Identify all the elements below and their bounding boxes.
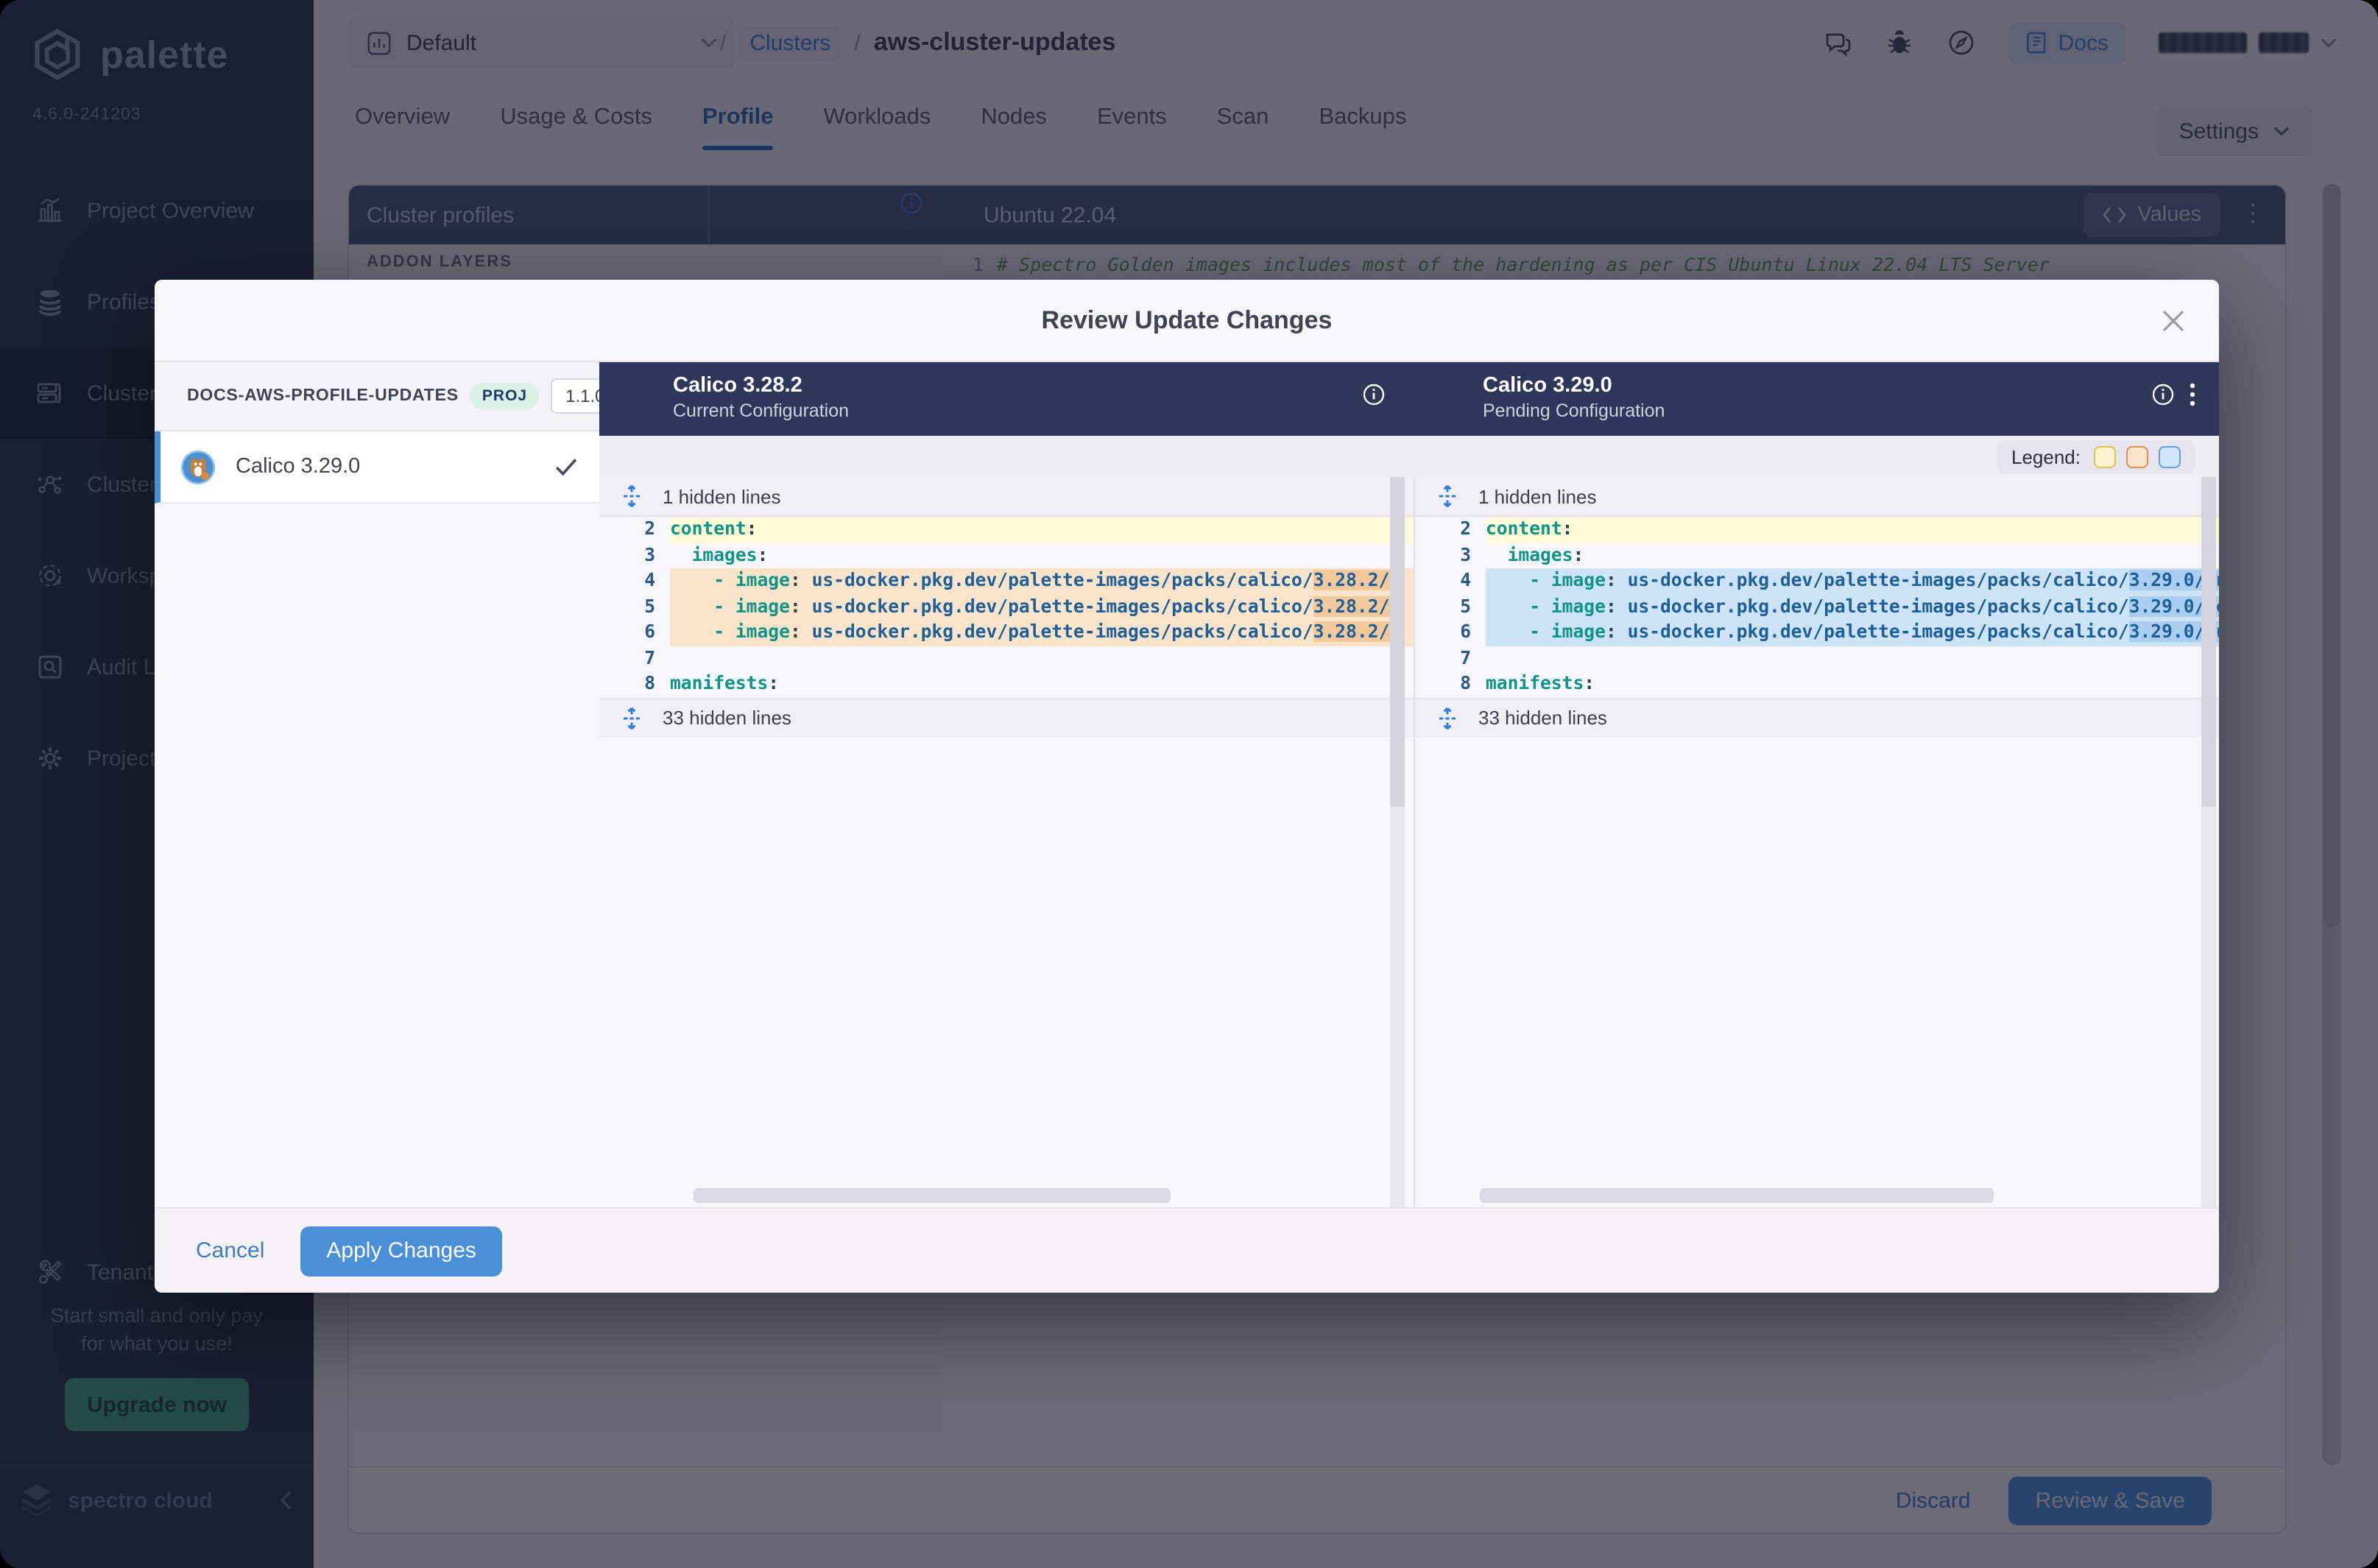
legend-swatch-modified (2094, 446, 2116, 468)
line-number: 8 (1415, 671, 1486, 697)
pane-subtitle: Pending Configuration (1483, 400, 2219, 421)
hidden-lines-bottom: 33 hidden lines (599, 697, 1414, 737)
hidden-lines-top: 1 hidden lines (599, 477, 1414, 517)
line-number: 2 (1415, 517, 1486, 543)
line-number: 8 (599, 671, 670, 697)
line-number: 4 (599, 568, 670, 594)
line-number: 2 (599, 517, 670, 543)
app-window: palette 4.6.0-241203 Project Overview Pr… (0, 0, 2378, 1568)
profile-name: DOCS-AWS-PROFILE-UPDATES (187, 387, 459, 405)
legend-swatch-added (2159, 446, 2181, 468)
review-update-changes-modal: Review Update Changes DOCS-AWS-PROFILE-U… (155, 280, 2219, 1293)
modal-profile-panel: DOCS-AWS-PROFILE-UPDATES PROJ 1.1.0 Cali… (155, 361, 601, 1209)
code-line-7: 7 (1415, 646, 2219, 671)
code-line-5: 5 - image: us-docker.pkg.dev/palette-ima… (599, 594, 1414, 620)
line-number: 4 (1415, 568, 1486, 594)
diff-pane-pending: 1 hidden lines 2 content: 3 images: 4 - … (1415, 477, 2219, 1209)
code-line-7: 7 (599, 646, 1414, 671)
pack-item-calico[interactable]: Calico 3.29.0 (155, 431, 599, 504)
hidden-lines-top: 1 hidden lines (1415, 477, 2219, 517)
line-number: 7 (599, 646, 670, 671)
cancel-button[interactable]: Cancel (196, 1238, 264, 1263)
close-icon[interactable] (2160, 308, 2187, 334)
code-line-2: 2 content: (599, 517, 1414, 543)
code-line-6: 6 - image: us-docker.pkg.dev/palette-ima… (599, 620, 1414, 646)
diff-viewer: Calico 3.28.2 Current Configuration Cali… (599, 361, 2219, 1209)
legend-swatch-removed (2126, 446, 2148, 468)
diff-pane-headers: Calico 3.28.2 Current Configuration Cali… (599, 362, 2219, 436)
line-number: 7 (1415, 646, 1486, 671)
code-line-8: 8 manifests: (1415, 671, 2219, 697)
code-line-4: 4 - image: us-docker.pkg.dev/palette-ima… (599, 568, 1414, 594)
code-line-3: 3 images: (599, 543, 1414, 568)
pane-subtitle: Current Configuration (673, 400, 1409, 421)
line-number: 5 (599, 594, 670, 620)
pack-label: Calico 3.29.0 (236, 455, 536, 478)
code-line-8: 8 manifests: (599, 671, 1414, 697)
unfold-icon[interactable] (1436, 484, 1459, 508)
kebab-menu-icon[interactable] (2190, 383, 2195, 406)
code-line-3: 3 images: (1415, 543, 2219, 568)
code-line-6: 6 - image: us-docker.pkg.dev/palette-ima… (1415, 620, 2219, 646)
diff-header-current: Calico 3.28.2 Current Configuration (599, 362, 1409, 436)
apply-changes-button[interactable]: Apply Changes (300, 1226, 502, 1276)
diff-header-pending: Calico 3.29.0 Pending Configuration (1409, 362, 2219, 436)
modal-title: Review Update Changes (155, 280, 2219, 361)
line-number: 3 (599, 543, 670, 568)
horizontal-scrollbar[interactable] (694, 1188, 1171, 1203)
scope-badge: PROJ (470, 383, 539, 409)
line-number: 6 (599, 620, 670, 646)
code-line-4: 4 - image: us-docker.pkg.dev/palette-ima… (1415, 568, 2219, 594)
legend: Legend: (1997, 440, 2195, 474)
diff-panes: 1 hidden lines 2 content: 3 images: 4 - … (599, 477, 2219, 1209)
info-icon[interactable] (1362, 383, 1386, 406)
hidden-lines-bottom: 33 hidden lines (1415, 697, 2219, 737)
legend-row: Legend: (599, 436, 2219, 477)
code-line-5: 5 - image: us-docker.pkg.dev/palette-ima… (1415, 594, 2219, 620)
line-number: 3 (1415, 543, 1486, 568)
pane-title: Calico 3.28.2 (673, 374, 1409, 398)
line-number: 6 (1415, 620, 1486, 646)
diff-pane-current: 1 hidden lines 2 content: 3 images: 4 - … (599, 477, 1415, 1209)
horizontal-scrollbar[interactable] (1480, 1188, 1994, 1203)
line-number: 5 (1415, 594, 1486, 620)
info-icon[interactable] (2151, 383, 2175, 406)
code-line-2: 2 content: (1415, 517, 2219, 543)
legend-label: Legend: (2011, 446, 2081, 468)
vertical-scrollbar[interactable] (2201, 477, 2216, 1209)
modal-footer: Cancel Apply Changes (155, 1207, 2219, 1293)
pane-title: Calico 3.29.0 (1483, 374, 2219, 398)
unfold-icon[interactable] (620, 484, 643, 508)
profile-header-row[interactable]: DOCS-AWS-PROFILE-UPDATES PROJ 1.1.0 (155, 362, 599, 431)
unfold-icon[interactable] (620, 706, 643, 730)
unfold-icon[interactable] (1436, 706, 1459, 730)
calico-pack-icon (180, 448, 216, 485)
check-icon (555, 458, 579, 476)
vertical-scrollbar[interactable] (1390, 477, 1405, 1209)
